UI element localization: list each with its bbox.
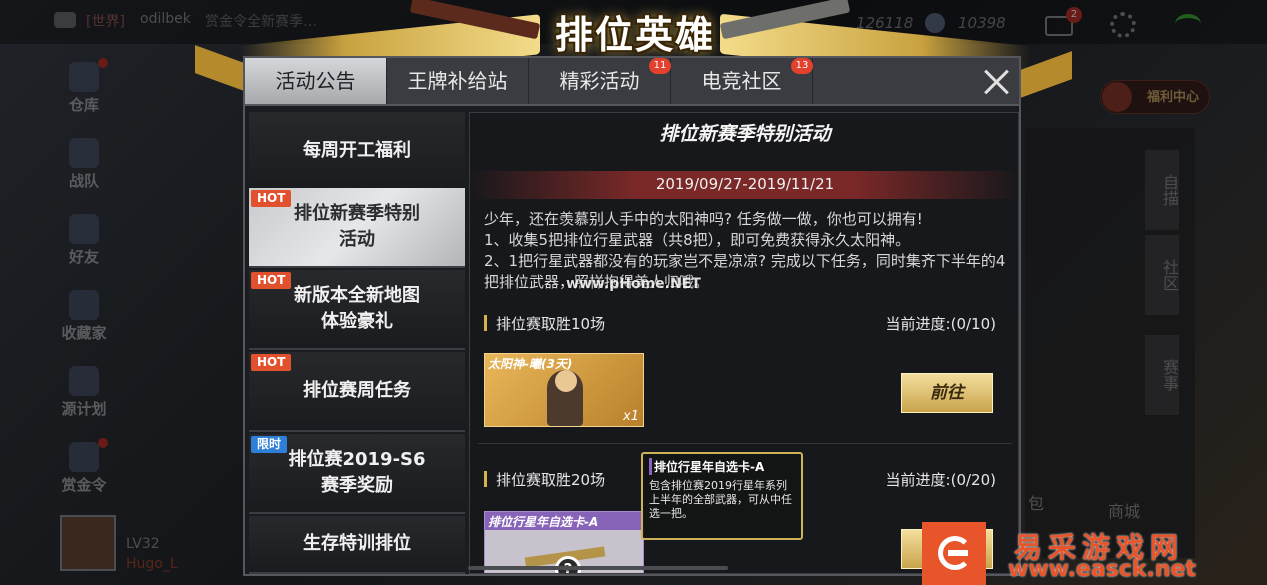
list-item[interactable]: 生存特训排位 [249,516,465,574]
reward-tooltip: 排位行星年自选卡-A 包含排位赛2019行星年系列上半年的全部武器，可从中任选一… [641,452,803,540]
limited-tag: 限时 [251,436,288,453]
reward-card[interactable]: ? 排位行星年自选卡-A [484,511,644,573]
reward-name: 太阳神-曦(3天) [488,357,573,371]
logo-bar [948,550,968,556]
reward-card[interactable]: 太阳神-曦(3天) x1 [484,353,644,427]
task-marker [484,471,487,487]
watermark-url: www.easck.net [1008,557,1196,582]
activity-description: 少年，还在羡慕别人手中的太阳神吗? 任务做一做，你也可以拥有! 1、收集5把排位… [484,209,1014,293]
tab-badge: 13 [791,58,813,74]
list-item-label: 生存特训排位 [303,533,411,554]
list-item-label: 新版本全新地图体验豪礼 [294,285,420,332]
hot-tag: HOT [251,272,292,289]
description-line: 少年，还在羡慕别人手中的太阳神吗? 任务做一做，你也可以拥有! [484,210,923,228]
activity-title: 排位新赛季特别活动 [659,123,831,145]
task-name: 排位赛取胜20场 [496,471,606,489]
list-item[interactable]: 每周开工福利 [249,112,465,192]
task-name: 排位赛取胜10场 [496,315,606,333]
site-logo-icon [922,522,986,585]
close-icon[interactable] [979,64,1015,100]
reward-name: 排位行星年自选卡-A [488,515,599,529]
tab-supply-station[interactable]: 王牌补给站 [387,58,529,104]
list-item[interactable]: HOT 排位赛周任务 [249,352,465,432]
description-line: 1、收集5把排位行星武器（共8把），即可免费获得永久太阳神。 [484,231,911,249]
watermark-text: www.pHome.NET [566,276,701,292]
list-item-label: 排位赛2019-S6赛季奖励 [288,449,426,496]
activity-modal: 活动公告 王牌补给站 精彩活动 11 电竞社区 13 每周开工福利 HOT 排位… [243,56,1021,576]
tab-bar: 活动公告 王牌补给站 精彩活动 11 电竞社区 13 [245,58,1019,106]
character-figure [547,370,583,426]
task-marker [484,315,487,331]
tab-announcements[interactable]: 活动公告 [245,58,387,104]
hot-tag: HOT [251,190,292,207]
activity-list: 每周开工福利 HOT 排位新赛季特别活动 HOT 新版本全新地图体验豪礼 HOT… [249,112,465,574]
reward-quantity: x1 [623,409,639,424]
task-progress: 当前进度:(0/20) [885,471,996,489]
activity-date: 2019/09/27-2019/11/21 [655,175,835,193]
description-line: 2、1把行星武器都没有的玩家岂不是凉凉? 完成以下任务，同时集齐下半年的4把排位… [484,252,1006,291]
list-item[interactable]: 限时 排位赛2019-S6赛季奖励 [249,434,465,514]
banner-title: 排位英雄 [554,13,715,57]
list-item[interactable]: HOT 新版本全新地图体验豪礼 [249,270,465,350]
hot-tag: HOT [251,354,292,371]
task-progress: 当前进度:(0/10) [885,315,996,333]
divider [478,443,1012,444]
list-item-label: 排位新赛季特别活动 [294,203,420,250]
list-item-label: 每周开工福利 [303,140,411,161]
tooltip-text: 包含排位赛2019行星年系列上半年的全部武器，可从中任选一把。 [649,479,792,520]
list-item-label: 排位赛周任务 [303,380,411,401]
tooltip-title: 排位行星年自选卡-A [649,458,795,475]
go-button[interactable]: 前往 [901,373,993,413]
tab-badge: 11 [649,58,671,74]
horizontal-scrollbar[interactable] [468,566,728,570]
list-item[interactable]: HOT 排位新赛季特别活动 [249,188,465,268]
